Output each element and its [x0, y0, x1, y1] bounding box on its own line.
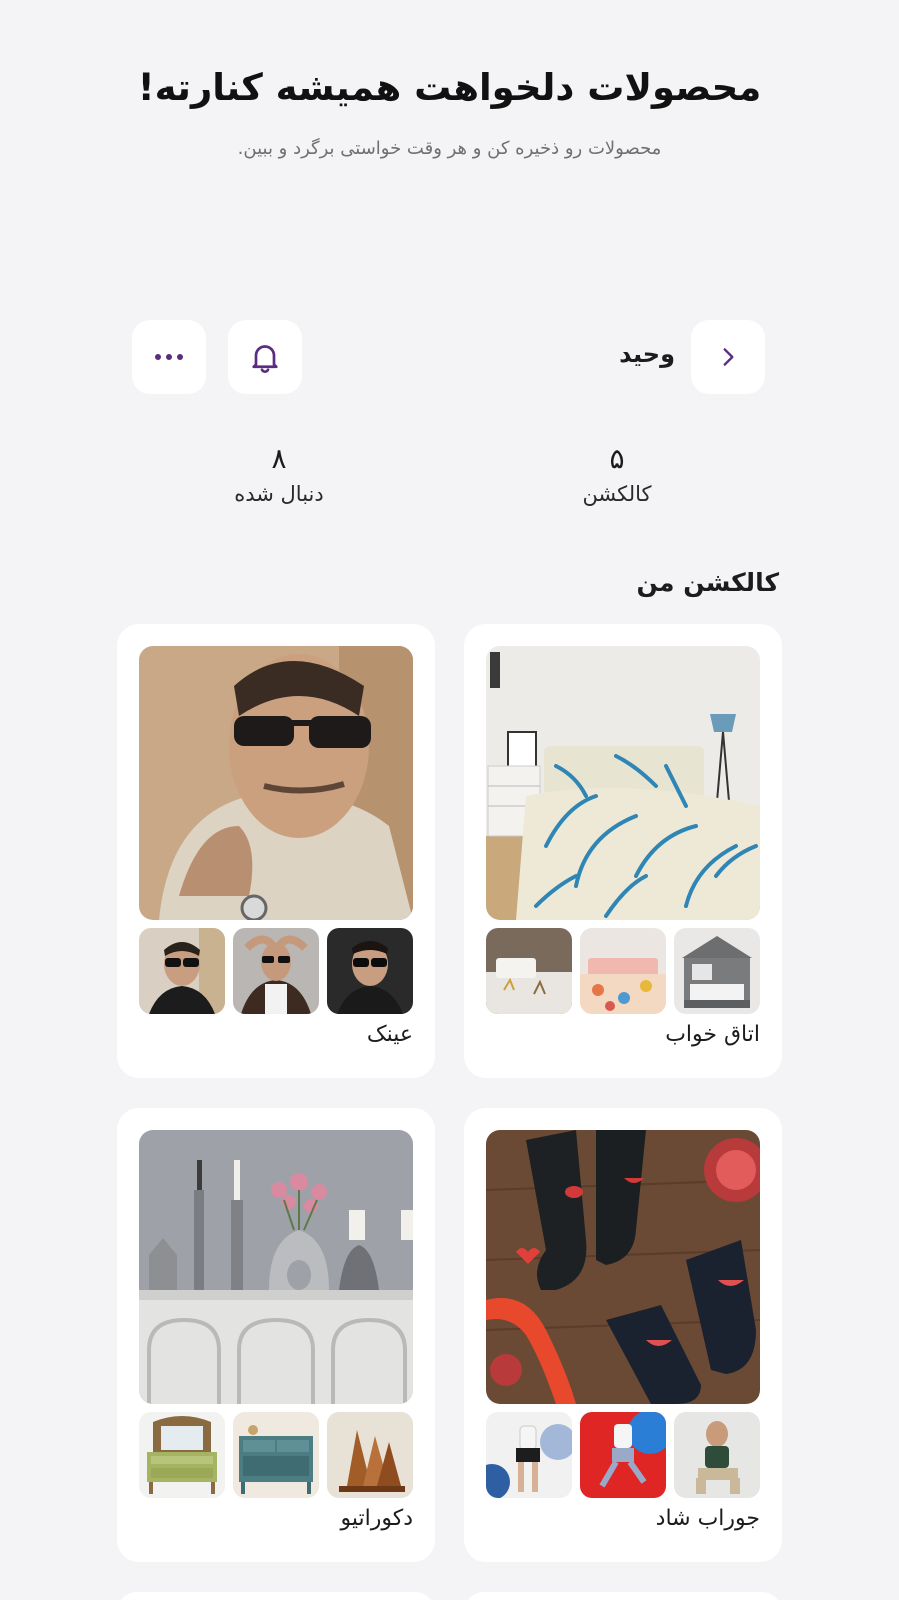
collection-thumbnails [139, 1412, 413, 1498]
thumbnail-image [580, 928, 666, 1014]
thumbnail-image [139, 928, 225, 1014]
thumbnail-image [674, 1412, 760, 1498]
following-count: ۸ [271, 442, 287, 475]
collections-label: کالکشن [582, 482, 652, 506]
collection-card-partial[interactable] [117, 1592, 435, 1600]
thumbnail-image [233, 1412, 319, 1498]
collection-name: جوراب شاد [655, 1506, 760, 1531]
section-title: کالکشن من [636, 568, 779, 597]
thumbnail-image [486, 1412, 572, 1498]
collection-thumbnails [486, 928, 760, 1014]
hero-subtitle: محصولات رو ذخیره کن و هر وقت خواستی برگر… [237, 138, 662, 159]
collection-cover-image [486, 1130, 760, 1404]
thumbnail-image [674, 928, 760, 1014]
stat-collections[interactable]: ۵ کالکشن [517, 442, 717, 506]
chevron-right-icon [723, 348, 734, 366]
collection-thumbnails [486, 1412, 760, 1498]
collection-thumbnails [139, 928, 413, 1014]
collection-card-glasses[interactable]: عینک [117, 624, 435, 1078]
collection-cover-image [139, 1130, 413, 1404]
collection-name: اتاق خواب [665, 1022, 760, 1047]
following-label: دنبال شده [234, 482, 324, 506]
bell-icon [252, 345, 278, 373]
collection-card-partial[interactable] [464, 1592, 782, 1600]
collections-page: محصولات دلخواهت همیشه کنارته! محصولات رو… [0, 0, 899, 1600]
collection-card-bedroom[interactable]: اتاق خواب [464, 624, 782, 1078]
collection-name: دکوراتیو [340, 1506, 414, 1531]
more-options-button[interactable] [132, 320, 206, 394]
thumbnail-image [486, 928, 572, 1014]
collection-card-decorative[interactable]: دکوراتیو [117, 1108, 435, 1562]
thumbnail-image [580, 1412, 666, 1498]
user-name: وحید [619, 340, 675, 368]
stat-following[interactable]: ۸ دنبال شده [179, 442, 379, 506]
thumbnail-image [327, 928, 413, 1014]
collections-count: ۵ [609, 442, 625, 475]
thumbnail-image [139, 1412, 225, 1498]
hero-title: محصولات دلخواهت همیشه کنارته! [137, 66, 762, 109]
thumbnail-image [233, 928, 319, 1014]
collection-name: عینک [366, 1022, 413, 1047]
collection-card-socks[interactable]: جوراب شاد [464, 1108, 782, 1562]
thumbnail-image [327, 1412, 413, 1498]
back-button[interactable] [691, 320, 765, 394]
collection-cover-image [139, 646, 413, 920]
more-horizontal-icon [155, 354, 183, 360]
collection-cover-image [486, 646, 760, 920]
notifications-button[interactable] [228, 320, 302, 394]
